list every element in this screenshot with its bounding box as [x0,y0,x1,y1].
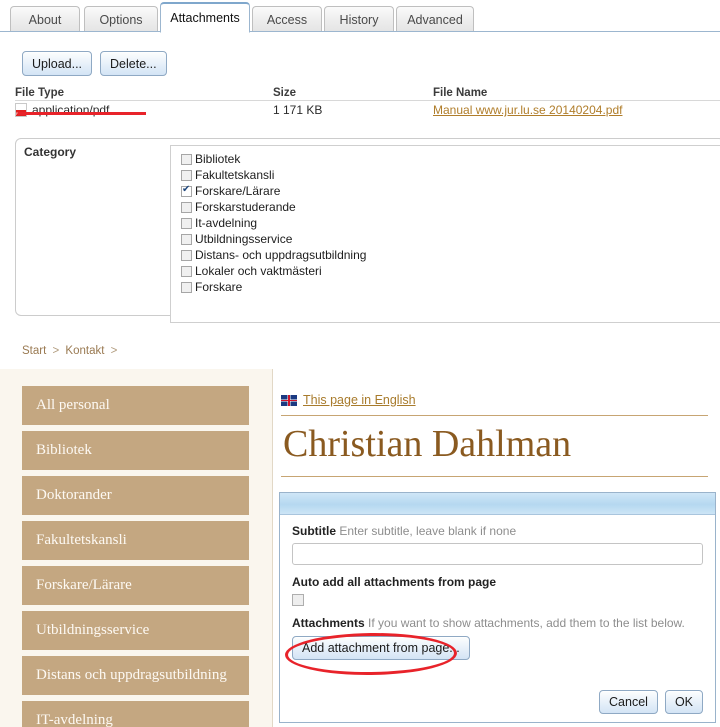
preview-nav-item[interactable]: All personal [22,386,249,425]
category-option[interactable]: Forskare [181,279,720,295]
page-title: Christian Dahlman [283,423,572,465]
category-option[interactable]: Utbildningsservice [181,231,720,247]
preview-nav-item[interactable]: IT-avdelning [22,701,249,727]
breadcrumb-item-start[interactable]: Start [22,345,46,357]
preview-nav-item-label: IT-avdelning [36,712,113,727]
delete-button[interactable]: Delete... [100,51,167,76]
category-checkbox[interactable] [181,217,192,229]
breadcrumb: Start > Kontakt > [22,345,120,357]
attachments-toolbar: Upload... Delete... [22,51,167,76]
tab-access[interactable]: Access [252,6,322,32]
breadcrumb-item-kontakt[interactable]: Kontakt [65,345,104,357]
preview-nav-item[interactable]: Doktorander [22,476,249,515]
auto-add-label: Auto add all attachments from page [292,575,497,589]
cell-file-name: Manual www.jur.lu.se 20140204.pdf [433,103,720,117]
this-page-in-english-link[interactable]: This page in English [303,393,416,407]
preview-nav-item-label: All personal [36,397,110,413]
breadcrumb-separator-2: > [110,345,118,357]
category-option[interactable]: Forskare/Lärare [181,183,720,199]
category-checkbox[interactable] [181,169,192,181]
upload-button[interactable]: Upload... [22,51,93,76]
category-option[interactable]: Forskarstuderande [181,199,720,215]
preview-nav-item-label: Bibliotek [36,442,92,458]
preview-nav-item-label: Doktorander [36,487,112,503]
category-checkbox[interactable] [181,249,192,261]
dialog-titlebar[interactable] [280,493,715,515]
attachments-label-row: Attachments If you want to show attachme… [292,616,703,630]
preview-nav-item[interactable]: Utbildningsservice [22,611,249,650]
tab-advanced[interactable]: Advanced [396,6,474,32]
column-header-file-type: File Type [15,86,64,99]
tab-strip: About Options Attachments Access History… [0,0,720,33]
subtitle-input[interactable] [292,543,703,565]
rule-bottom [281,475,708,477]
attachment-edit-dialog: Subtitle Enter subtitle, leave blank if … [279,492,716,723]
category-option-label: Utbildningsservice [195,232,293,246]
tab-history[interactable]: History [324,6,394,32]
category-option-label: It-avdelning [195,216,258,230]
file-name-link[interactable]: Manual www.jur.lu.se 20140204.pdf [433,103,622,117]
table-header-row: File Type Size File Name [15,85,720,101]
category-option[interactable]: Bibliotek [181,151,720,167]
preview-nav-item[interactable]: Distans och uppdragsutbildning [22,656,249,695]
category-option-label: Bibliotek [195,152,241,166]
english-link-row: This page in English [281,393,720,407]
subtitle-label-row: Subtitle Enter subtitle, leave blank if … [292,524,703,538]
category-option-label: Forskarstuderande [195,200,296,214]
breadcrumb-separator-1: > [52,345,60,357]
table-row[interactable]: application/pdf 1 171 KB Manual www.jur.… [15,101,720,119]
preview-nav-item[interactable]: Forskare/Lärare [22,566,249,605]
category-option-label: Lokaler och vaktmästeri [195,264,322,278]
category-option-label: Fakultetskansli [195,168,275,182]
cancel-button[interactable]: Cancel [599,690,658,714]
attachments-label: Attachments [292,616,365,630]
category-checkbox[interactable] [181,201,192,213]
red-underline-annotation [18,112,146,115]
preview-nav-item-label: Utbildningsservice [36,622,150,638]
auto-add-checkbox[interactable] [292,594,304,606]
category-option-label: Forskare [195,280,243,294]
category-checkbox[interactable] [181,153,192,165]
dialog-footer: Cancel OK [599,690,703,714]
category-option-label: Distans- och uppdragsutbildning [195,248,367,262]
category-checkbox[interactable] [181,265,192,277]
add-attachment-from-page-button[interactable]: Add attachment from page... [292,636,470,660]
category-checkbox[interactable] [181,281,192,293]
preview-nav-item[interactable]: Fakultetskansli [22,521,249,560]
dialog-body: Subtitle Enter subtitle, leave blank if … [280,515,715,723]
auto-add-label-row: Auto add all attachments from page [292,575,703,589]
category-checkbox-list[interactable]: Bibliotek Fakultetskansli Forskare/Lärare F… [170,145,720,323]
tab-options[interactable]: Options [84,6,158,32]
tab-attachments[interactable]: Attachments [160,2,250,33]
tab-about[interactable]: About [10,6,80,32]
ok-button[interactable]: OK [664,690,703,714]
preview-nav-item-label: Forskare/Lärare [36,577,132,593]
subtitle-hint: Enter subtitle, leave blank if none [339,524,517,538]
subtitle-label: Subtitle [292,524,336,538]
category-option-label: Forskare/Lärare [195,184,281,198]
category-legend: Category [24,145,77,159]
category-option[interactable]: Lokaler och vaktmästeri [181,263,720,279]
cell-size: 1 171 KB [273,103,323,117]
uk-flag-icon [281,394,297,406]
column-header-size: Size [273,86,297,99]
attachments-hint: If you want to show attachments, add the… [368,616,685,630]
preview-sidebar-nav: All personal Bibliotek Doktorander Fakultet… [22,386,249,727]
column-header-file-name: File Name [433,86,488,99]
category-checkbox[interactable] [181,233,192,245]
category-option[interactable]: Fakultetskansli [181,167,720,183]
rule-top [281,415,708,416]
preview-nav-item-label: Distans och uppdragsutbildning [36,667,227,683]
category-option[interactable]: It-avdelning [181,215,720,231]
screen-root: About Options Attachments Access History… [0,0,720,727]
category-option[interactable]: Distans- och uppdragsutbildning [181,247,720,263]
preview-nav-item[interactable]: Bibliotek [22,431,249,470]
category-checkbox[interactable] [181,184,192,197]
preview-nav-item-label: Fakultetskansli [36,532,127,548]
